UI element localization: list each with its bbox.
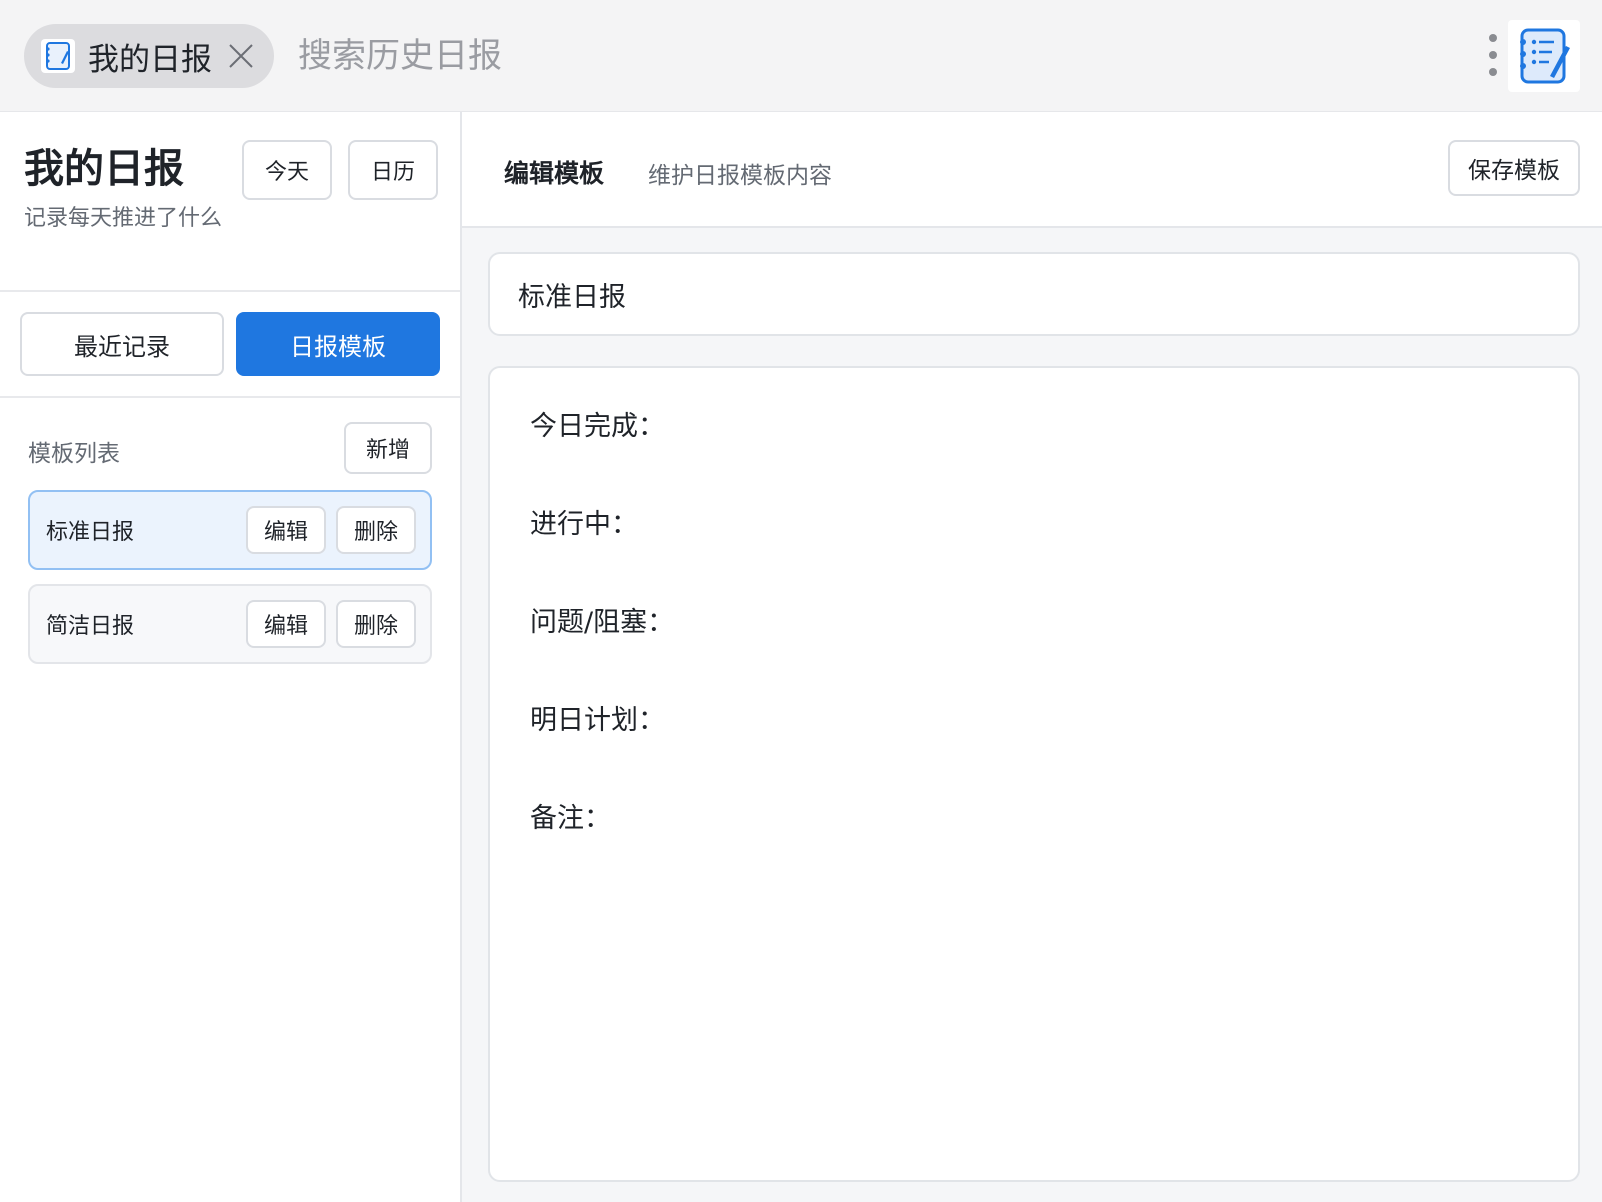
template-list-label: 模板列表 (28, 441, 120, 467)
more-dot (1489, 34, 1497, 42)
content-line: 进行中： (530, 509, 638, 540)
edit-template-button[interactable]: 编辑 (246, 600, 326, 648)
more-dot (1489, 51, 1497, 59)
sidebar-title: 我的日报 (24, 146, 184, 192)
top-bar: 我的日报 (0, 0, 1602, 112)
sidebar-tabs: 最近记录 日报模板 (0, 292, 460, 398)
more-vertical-icon[interactable] (1480, 30, 1506, 80)
search-input[interactable] (298, 28, 1198, 84)
save-template-button[interactable]: 保存模板 (1448, 140, 1580, 196)
template-item-name: 标准日报 (46, 520, 135, 545)
template-item-name: 简洁日报 (46, 614, 135, 639)
edit-template-button[interactable]: 编辑 (246, 506, 326, 554)
template-item[interactable]: 简洁日报 编辑 删除 (28, 584, 432, 664)
content-line: 明日计划： (530, 705, 665, 736)
editor-header: 编辑模板 维护日报模板内容 保存模板 (462, 112, 1602, 228)
template-content-editor[interactable]: 今日完成： 进行中： 问题/阻塞： 明日计划： 备注： (488, 366, 1580, 1182)
app-tab[interactable]: 我的日报 (24, 24, 274, 88)
content-line: 备注： (530, 803, 611, 834)
tab-recent-records[interactable]: 最近记录 (20, 312, 224, 376)
notebook-pen-icon (1508, 20, 1580, 92)
content-line: 今日完成： (530, 411, 665, 442)
app-tab-label: 我的日报 (88, 41, 212, 78)
delete-template-button[interactable]: 删除 (336, 600, 416, 648)
delete-template-button[interactable]: 删除 (336, 506, 416, 554)
notebook-icon (40, 38, 76, 74)
sidebar-header: 我的日报 记录每天推进了什么 今天 日历 (0, 112, 460, 292)
template-item[interactable]: 标准日报 编辑 删除 (28, 490, 432, 570)
content-line: 问题/阻塞： (530, 607, 675, 638)
calendar-button[interactable]: 日历 (348, 140, 438, 200)
template-name-input[interactable] (488, 252, 1580, 336)
more-dot (1489, 68, 1497, 76)
sidebar: 我的日报 记录每天推进了什么 今天 日历 最近记录 日报模板 模板列表 新增 标… (0, 112, 462, 1202)
editor-subtitle: 维护日报模板内容 (648, 163, 832, 189)
template-editor: 编辑模板 维护日报模板内容 保存模板 今日完成： 进行中： 问题/阻塞： 明日计… (462, 112, 1602, 1202)
tab-daily-templates[interactable]: 日报模板 (236, 312, 440, 376)
editor-title: 编辑模板 (504, 159, 605, 188)
close-icon[interactable] (228, 43, 254, 69)
add-template-button[interactable]: 新增 (344, 422, 432, 474)
today-button[interactable]: 今天 (242, 140, 332, 200)
sidebar-subtitle: 记录每天推进了什么 (24, 206, 223, 231)
